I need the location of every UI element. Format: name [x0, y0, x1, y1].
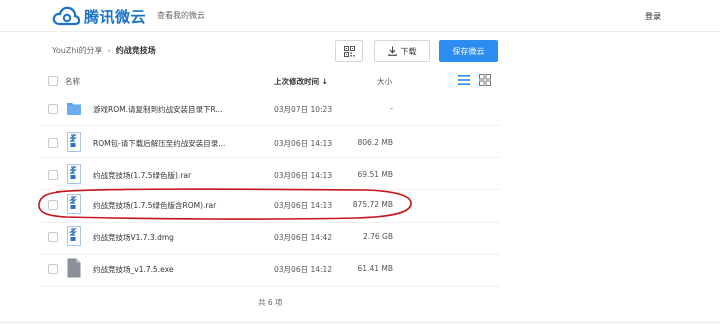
breadcrumb-separator: ›	[107, 46, 111, 55]
row-checkbox[interactable]	[48, 232, 58, 242]
file-date: 03月07日 10:23	[274, 105, 333, 114]
file-size: 61.41 MB	[357, 264, 393, 273]
file-row[interactable]: ROM包-请下载后解压至约战安装目录... 03月06日 14:13 806.2…	[0, 126, 720, 160]
file-date: 03月06日 14:13	[274, 139, 333, 148]
logo[interactable]: 腾讯微云	[52, 5, 146, 27]
divider	[0, 31, 720, 32]
sort-arrow-icon: ↓	[321, 77, 328, 86]
save-to-weiyun-button[interactable]: 保存微云	[439, 40, 498, 62]
view-my-weiyun-link[interactable]: 查看我的微云	[157, 10, 205, 21]
login-link[interactable]: 登录	[645, 11, 661, 22]
list-view-icon[interactable]	[458, 75, 470, 85]
table-header: 名称 上次修改时间 ↓ 大小	[0, 71, 720, 91]
file-name[interactable]: ROM包-请下载后解压至约战安装目录...	[93, 138, 225, 149]
document-icon	[67, 258, 81, 278]
file-date: 03月06日 14:42	[274, 233, 333, 242]
download-icon	[387, 46, 397, 56]
file-name[interactable]: 约战竞技场(1.7.5绿色版).rar	[93, 170, 191, 181]
breadcrumb-current: 约战竞技场	[115, 46, 156, 55]
file-size: -	[390, 104, 393, 113]
file-row[interactable]: 约战竞技场V1.7.3.dmg 03月06日 14:42 2.76 GB	[0, 220, 720, 254]
file-date: 03月06日 14:13	[274, 171, 333, 180]
column-name[interactable]: 名称	[65, 76, 80, 87]
breadcrumb-root[interactable]: YouZhi的分享	[52, 45, 103, 56]
row-checkbox[interactable]	[48, 170, 58, 180]
grid-view-icon[interactable]	[479, 74, 491, 86]
archive-icon	[67, 226, 81, 246]
column-size[interactable]: 大小	[377, 76, 392, 87]
file-row[interactable]: 约战竞技场_v1.7.5.exe 03月06日 14:12 61.41 MB	[0, 252, 720, 286]
archive-icon	[67, 132, 81, 152]
archive-icon	[67, 164, 81, 184]
item-count: 共 6 项	[258, 298, 283, 307]
qr-code-icon	[343, 45, 355, 57]
file-date: 03月06日 14:12	[274, 265, 333, 274]
cloud-logo-icon	[52, 6, 80, 26]
logo-text: 腾讯微云	[84, 7, 147, 26]
file-name[interactable]: 约战竞技场V1.7.3.dmg	[93, 232, 174, 243]
file-row[interactable]: 约战竞技场(1.7.5绿色版).rar 03月06日 14:13 69.51 M…	[0, 158, 720, 192]
folder-icon	[67, 103, 81, 115]
row-checkbox[interactable]	[48, 104, 58, 114]
divider	[0, 322, 720, 323]
select-all-checkbox[interactable]	[48, 76, 58, 86]
column-modified[interactable]: 上次修改时间 ↓	[274, 76, 328, 87]
file-row[interactable]: 游戏ROM.请复制到约战安装目录下R... 03月07日 10:23 -	[0, 92, 720, 126]
highlight-annotation	[38, 188, 412, 220]
row-divider	[40, 286, 500, 287]
row-checkbox[interactable]	[48, 138, 58, 148]
row-checkbox[interactable]	[48, 264, 58, 274]
download-button[interactable]: 下载	[374, 40, 430, 62]
file-name[interactable]: 游戏ROM.请复制到约战安装目录下R...	[93, 104, 223, 115]
column-modified-label: 上次修改时间	[274, 77, 319, 86]
file-name[interactable]: 约战竞技场_v1.7.5.exe	[93, 264, 173, 275]
file-size: 806.2 MB	[357, 138, 393, 147]
breadcrumb: YouZhi的分享 › 约战竞技场	[52, 45, 156, 56]
file-size: 2.76 GB	[362, 232, 393, 241]
download-label: 下载	[400, 46, 417, 56]
top-bar: 腾讯微云 查看我的微云 登录	[0, 0, 720, 32]
qr-code-button[interactable]	[335, 40, 363, 62]
file-size: 69.51 MB	[357, 170, 393, 179]
